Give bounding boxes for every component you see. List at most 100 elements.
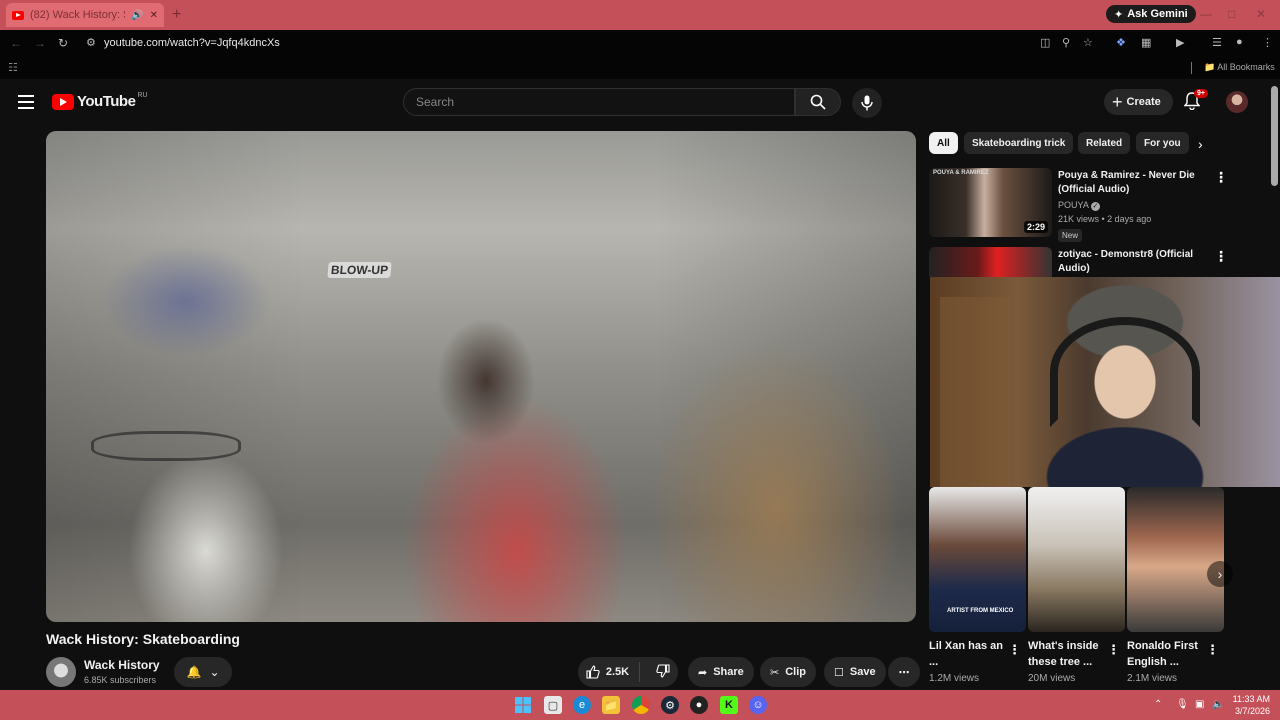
extension-icon[interactable]: ❖ bbox=[1116, 36, 1126, 49]
page-scrollbar[interactable] bbox=[1271, 86, 1278, 186]
short-views: 1.2M views bbox=[929, 673, 980, 684]
forward-icon[interactable]: → bbox=[34, 36, 46, 50]
youtube-play-icon bbox=[52, 93, 74, 110]
more-vertical-icon[interactable]: ⋮ bbox=[1214, 169, 1228, 186]
volume-icon[interactable]: 🔈 bbox=[1212, 699, 1224, 710]
clock-date: 3/7/2026 bbox=[1234, 706, 1270, 716]
close-tab-icon[interactable]: ✕ bbox=[150, 10, 158, 21]
edge-browser-icon[interactable]: e bbox=[573, 696, 591, 714]
short-title[interactable]: Ronaldo First English ... bbox=[1127, 638, 1213, 670]
more-vertical-icon[interactable]: ⋮ bbox=[1008, 642, 1021, 658]
chip-for-you[interactable]: For you bbox=[1136, 132, 1189, 154]
youtube-logo[interactable]: YouTube RU bbox=[52, 92, 148, 110]
notifications-button[interactable]: 9+ bbox=[1183, 89, 1208, 115]
subscription-bell-button[interactable]: 🔔 ⌄ bbox=[174, 657, 232, 687]
more-actions-button[interactable]: ⋯ bbox=[888, 657, 920, 687]
verified-icon: ✓ bbox=[1090, 202, 1100, 211]
more-vertical-icon[interactable]: ⋮ bbox=[1214, 248, 1228, 265]
short-thumbnail[interactable] bbox=[1028, 487, 1125, 632]
short-views: 2.1M views bbox=[1127, 673, 1178, 684]
short-thumbnail[interactable] bbox=[1127, 487, 1224, 632]
address-bar[interactable]: ⚙ youtube.com/watch?v=Jqfq4kdncXs bbox=[80, 32, 1100, 54]
thumbs-up-icon bbox=[586, 665, 600, 679]
suggestion-thumbnail[interactable]: POUYA & RAMIREZ 2:29 bbox=[929, 168, 1052, 237]
network-icon[interactable]: ▣ bbox=[1195, 699, 1204, 710]
tray-overflow-icon[interactable]: ⌃ bbox=[1154, 699, 1162, 710]
more-vertical-icon[interactable]: ⋮ bbox=[1107, 642, 1120, 658]
maximize-icon[interactable]: □ bbox=[1228, 7, 1235, 21]
close-window-icon[interactable]: ✕ bbox=[1256, 7, 1266, 21]
zoom-icon[interactable]: ⚲ bbox=[1062, 36, 1070, 49]
chip-all[interactable]: All bbox=[929, 132, 958, 154]
kick-icon[interactable]: K bbox=[720, 696, 738, 714]
video-frame-detail bbox=[91, 431, 241, 461]
save-label: Save bbox=[849, 666, 876, 678]
video-duration: 2:29 bbox=[1023, 221, 1048, 233]
logo-text: YouTube bbox=[77, 93, 136, 110]
ask-gemini-button[interactable]: ✦ Ask Gemini bbox=[1106, 5, 1196, 23]
like-button[interactable]: 2.5K bbox=[576, 662, 641, 682]
gemini-sparkle-icon: ✦ bbox=[1114, 8, 1124, 21]
site-settings-icon[interactable]: ⚙ bbox=[86, 36, 96, 49]
chip-skateboarding-trick[interactable]: Skateboarding trick bbox=[964, 132, 1074, 154]
video-player[interactable]: BLOW-UP bbox=[46, 131, 916, 622]
create-button[interactable]: + Create bbox=[1104, 89, 1173, 115]
search-button[interactable] bbox=[795, 88, 841, 116]
new-badge: New bbox=[1058, 229, 1083, 242]
short-title[interactable]: What's inside these tree ... bbox=[1028, 638, 1114, 670]
region-code: RU bbox=[137, 92, 148, 99]
share-arrow-icon: ➦ bbox=[698, 666, 708, 679]
profile-icon[interactable]: ● bbox=[1236, 36, 1243, 48]
discord-icon[interactable]: ☺ bbox=[749, 696, 767, 714]
save-button[interactable]: ☐ Save bbox=[824, 657, 886, 687]
minimize-icon[interactable]: — bbox=[1200, 7, 1212, 21]
chevron-right-icon[interactable]: › bbox=[1198, 136, 1203, 152]
channel-name[interactable]: Wack History bbox=[84, 658, 160, 672]
reading-list-icon[interactable]: ☰ bbox=[1212, 36, 1222, 49]
chevron-right-icon: › bbox=[1217, 566, 1223, 582]
browser-tab[interactable]: (82) Wack History: Skatebo 🔊 ✕ bbox=[6, 3, 164, 27]
tab-title: (82) Wack History: Skatebo bbox=[30, 9, 125, 21]
voice-search-button[interactable] bbox=[852, 88, 882, 118]
suggestion-title[interactable]: zotiyac - Demonstr8 (Official Audio) bbox=[1058, 248, 1208, 276]
account-avatar[interactable] bbox=[1226, 91, 1248, 113]
new-tab-button[interactable]: + bbox=[172, 6, 181, 24]
install-app-icon[interactable]: ◫ bbox=[1040, 36, 1050, 49]
search-icon bbox=[810, 94, 826, 110]
share-button[interactable]: ➦ Share bbox=[688, 657, 754, 687]
shorts-next-button[interactable]: › bbox=[1207, 561, 1233, 587]
extensions-puzzle-icon[interactable]: ▦ bbox=[1141, 36, 1151, 49]
suggestion-thumbnail[interactable] bbox=[929, 247, 1052, 277]
channel-avatar[interactable] bbox=[46, 657, 76, 687]
chrome-icon[interactable] bbox=[632, 696, 650, 714]
browser-tab-bar bbox=[0, 0, 1280, 30]
dislike-button[interactable] bbox=[646, 663, 680, 681]
clip-button[interactable]: ✂ Clip bbox=[760, 657, 816, 687]
search-input[interactable]: Search bbox=[403, 88, 795, 116]
suggestion-meta: 21K views • 2 days ago bbox=[1058, 214, 1152, 224]
bookmark-star-icon[interactable]: ☆ bbox=[1083, 36, 1093, 49]
file-explorer-icon[interactable]: 📁 bbox=[602, 696, 620, 714]
system-clock[interactable]: 11:33 AM 3/7/2026 bbox=[1232, 693, 1270, 717]
clip-label: Clip bbox=[785, 666, 806, 678]
bell-icon: 🔔 bbox=[186, 665, 202, 679]
windows-start-icon[interactable] bbox=[514, 696, 532, 714]
apps-grid-icon[interactable]: ☷ bbox=[8, 61, 18, 74]
suggestion-title[interactable]: Pouya & Ramirez - Never Die (Official Au… bbox=[1058, 169, 1208, 197]
speaker-icon[interactable]: 🔊 bbox=[131, 10, 143, 21]
media-control-icon[interactable]: ▶ bbox=[1176, 36, 1184, 49]
menu-kebab-icon[interactable]: ⋮ bbox=[1262, 36, 1273, 49]
task-view-icon[interactable]: ▢ bbox=[544, 696, 562, 714]
reload-icon[interactable]: ↻ bbox=[58, 36, 68, 50]
obs-icon[interactable]: ● bbox=[690, 696, 708, 714]
short-thumbnail[interactable]: ARTIST FROM MEXICO bbox=[929, 487, 1026, 632]
short-title[interactable]: Lil Xan has an ... bbox=[929, 638, 1015, 670]
back-icon[interactable]: ← bbox=[10, 36, 22, 50]
all-bookmarks-button[interactable]: 📁 All Bookmarks bbox=[1204, 62, 1275, 73]
microphone-tray-icon[interactable]: 🎙 bbox=[1176, 699, 1189, 710]
steam-icon[interactable]: ⚙ bbox=[661, 696, 679, 714]
hamburger-menu-icon[interactable] bbox=[18, 95, 34, 109]
more-vertical-icon[interactable]: ⋮ bbox=[1206, 642, 1219, 658]
chip-related[interactable]: Related bbox=[1078, 132, 1131, 154]
suggestion-channel[interactable]: POUYA ✓ bbox=[1058, 200, 1100, 211]
